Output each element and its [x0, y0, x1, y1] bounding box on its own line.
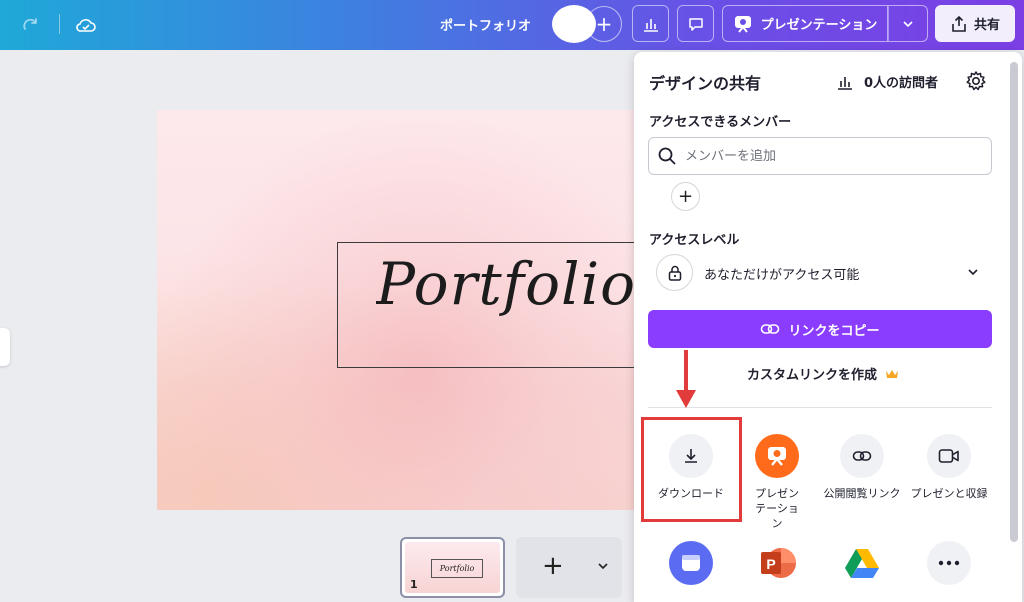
member-search-input[interactable]: [685, 148, 975, 164]
thumbnail-title: Portfolio: [431, 559, 483, 578]
access-level-value: あなただけがアクセス可能: [704, 268, 860, 283]
thumbnail-preview: Portfolio 1: [405, 542, 500, 593]
calendar-app-icon: [669, 541, 713, 585]
share-panel-title: デザインの共有: [649, 74, 762, 93]
panel-scrollbar[interactable]: [1010, 62, 1018, 542]
copy-link-button[interactable]: リンクをコピー: [648, 310, 992, 348]
present-icon: [755, 434, 799, 478]
calendar-app-option[interactable]: [643, 541, 739, 585]
link-icon: [840, 434, 884, 478]
powerpoint-icon: P: [755, 541, 799, 585]
google-drive-option[interactable]: [814, 541, 910, 585]
side-panel-toggle[interactable]: [0, 328, 10, 366]
page-thumbnail[interactable]: Portfolio 1: [400, 537, 505, 598]
public-view-link-label: 公開閲覧リンク: [823, 487, 901, 500]
access-level-select[interactable]: あなただけがアクセス可能: [648, 252, 992, 292]
search-icon: [658, 147, 676, 165]
redo-icon[interactable]: [18, 12, 44, 38]
toolbar-divider: [59, 14, 60, 34]
plus-icon: +: [595, 12, 613, 36]
public-view-link-option[interactable]: 公開閲覧リンク: [814, 434, 910, 501]
bar-chart-icon: [643, 18, 658, 32]
section-divider: [648, 407, 992, 408]
lock-icon: [656, 254, 693, 291]
chevron-down-icon: [968, 269, 978, 276]
more-icon: [927, 541, 971, 585]
more-option[interactable]: [901, 541, 997, 585]
plus-icon: +: [677, 186, 694, 207]
present-label: プレゼンテーション: [760, 18, 878, 33]
add-page-button[interactable]: +: [516, 537, 622, 598]
copy-link-label: リンクをコピー: [788, 323, 880, 339]
members-label: アクセスできるメンバー: [649, 115, 792, 130]
download-icon: [669, 434, 713, 478]
plus-icon: +: [542, 551, 564, 581]
link-icon: [761, 324, 780, 334]
custom-link-button[interactable]: カスタムリンクを作成: [747, 364, 899, 383]
crown-icon: [886, 369, 899, 378]
add-member-button[interactable]: +: [671, 182, 700, 211]
share-label: 共有: [973, 18, 1000, 33]
share-icon: [952, 15, 966, 32]
powerpoint-option[interactable]: P: [729, 541, 825, 585]
page-number: 1: [410, 578, 418, 591]
download-label: ダウンロード: [658, 487, 724, 500]
chevron-down-icon: [903, 20, 913, 27]
add-collaborator-button[interactable]: +: [586, 6, 622, 42]
top-toolbar: ポートフォリオ + プレゼンテーション 共有: [0, 0, 1024, 50]
present-button[interactable]: プレゼンテーション: [722, 5, 888, 42]
present-icon: [734, 15, 751, 33]
comment-button[interactable]: [677, 5, 714, 42]
share-button[interactable]: 共有: [935, 5, 1015, 42]
analytics-button[interactable]: [632, 5, 669, 42]
download-option[interactable]: ダウンロード: [643, 434, 739, 501]
bar-chart-icon: [838, 76, 852, 90]
present-option[interactable]: プレゼンテーション: [729, 434, 825, 531]
cloud-saved-icon[interactable]: [73, 12, 99, 38]
video-camera-icon: [927, 434, 971, 478]
member-search-field[interactable]: [648, 137, 992, 175]
access-level-label: アクセスレベル: [649, 233, 740, 248]
slide-title-text[interactable]: Portfolio: [376, 250, 638, 318]
custom-link-label: カスタムリンクを作成: [747, 368, 878, 383]
svg-text:P: P: [766, 556, 775, 572]
google-drive-icon: [840, 541, 884, 585]
comment-icon: [688, 17, 703, 31]
present-option-label: プレゼンテーション: [755, 487, 799, 530]
gear-icon[interactable]: [965, 70, 987, 96]
chevron-down-icon[interactable]: [596, 559, 610, 573]
present-and-record-label: プレゼンと収録: [910, 487, 988, 500]
red-arrow-annotation: [676, 350, 696, 408]
design-title[interactable]: ポートフォリオ: [440, 15, 531, 34]
visitor-count[interactable]: 0人の訪問者: [836, 72, 938, 91]
present-dropdown-button[interactable]: [888, 5, 928, 42]
present-and-record-option[interactable]: プレゼンと収録: [901, 434, 997, 501]
visitor-count-text: 0人の訪問者: [864, 76, 939, 91]
